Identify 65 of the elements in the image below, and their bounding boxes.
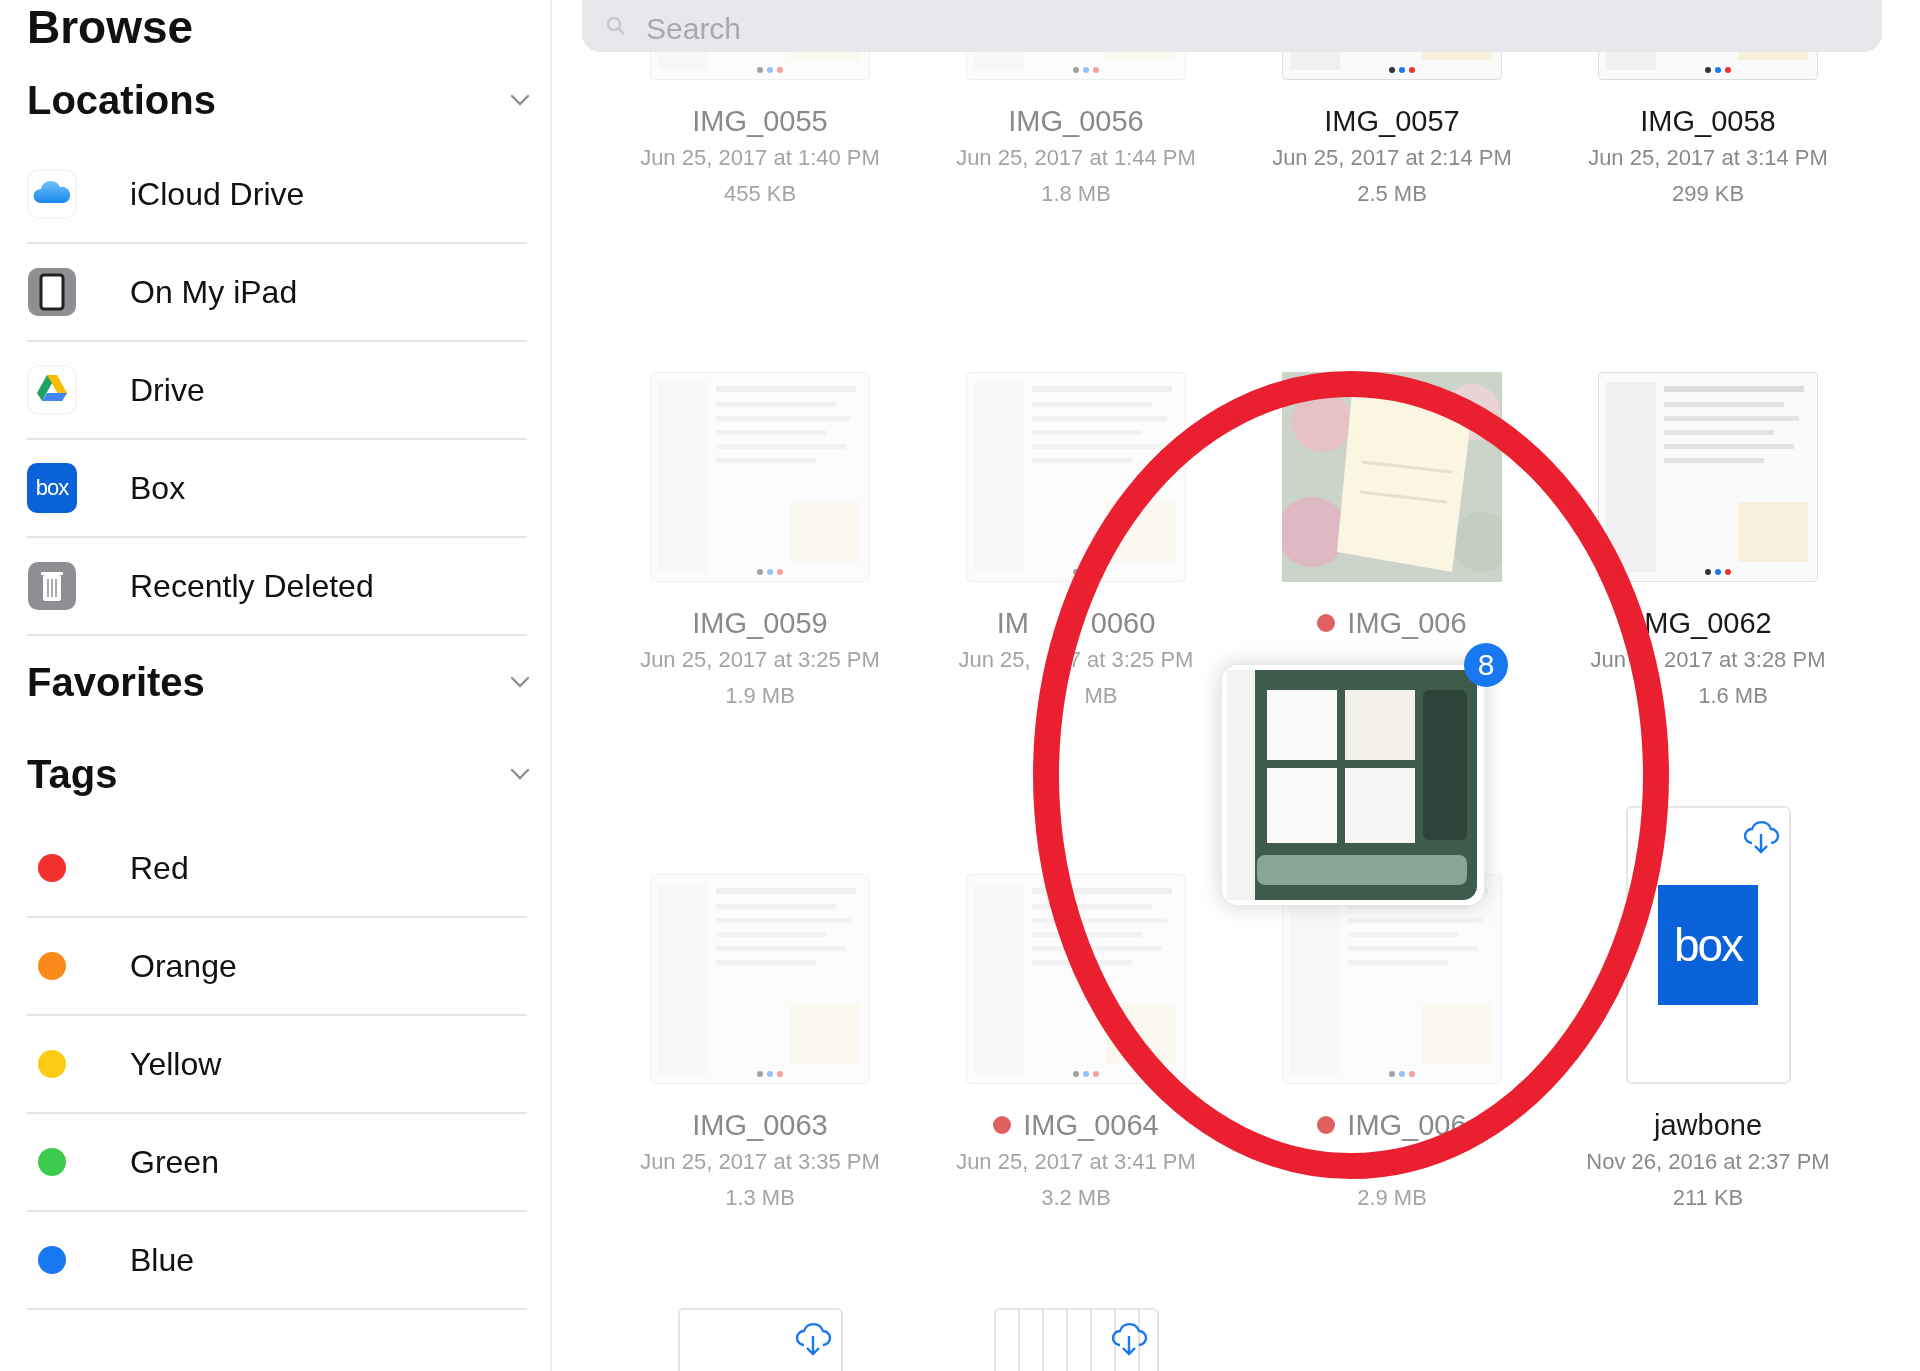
sidebar-item[interactable]: iCloud Drive	[27, 146, 527, 244]
chevron-icon[interactable]	[510, 94, 530, 106]
file-size: 2.9 MB	[1357, 1185, 1427, 1211]
count-badge: 8	[1464, 643, 1508, 687]
file-name: IMG_0063	[692, 1108, 828, 1142]
file-name: MG_0062	[1644, 606, 1772, 640]
file-thumbnail[interactable]	[966, 372, 1186, 582]
file-date: Nov 26, 2016 at 2:37 PM	[1586, 1149, 1830, 1175]
file-thumbnail[interactable]	[1598, 372, 1818, 582]
sidebar-title: Browse	[27, 0, 195, 54]
file-date: Jun 25, 2017 at 1:44 PM	[956, 145, 1196, 171]
file-date: Jun 25,	[958, 647, 1031, 673]
file-size: 455 KB	[723, 181, 797, 207]
file-name: 0060	[1090, 606, 1156, 640]
sidebar-item[interactable]: On My iPad	[27, 244, 527, 342]
file-date: Jun 25, 2017 at 3:35 PM	[640, 1149, 880, 1175]
section-header: Locations	[27, 77, 216, 123]
chevron-icon[interactable]	[510, 676, 530, 688]
file-name: IMG_0058	[1640, 104, 1776, 138]
file-thumbnail[interactable]	[650, 874, 870, 1084]
file-size: 1.3 MB	[725, 1185, 795, 1211]
tablet-icon	[27, 267, 77, 317]
search-icon	[606, 16, 626, 36]
file-size: 299 KB	[1671, 181, 1745, 207]
file-thumbnail[interactable]	[966, 874, 1186, 1084]
file-name: IMG_0055	[692, 104, 828, 138]
search-field[interactable]: Search	[582, 0, 1882, 52]
document-thumbnail[interactable]: box	[1625, 806, 1791, 1084]
chevron-icon[interactable]	[510, 768, 530, 780]
sidebar-item[interactable]: Orange	[27, 918, 527, 1016]
file-name: IMG_0064	[1023, 1108, 1159, 1142]
file-size: 3.2 MB	[1041, 1185, 1111, 1211]
file-name: jawbone	[1654, 1108, 1762, 1142]
file-date: Jun 25, 2017 at 2:14 PM	[1272, 145, 1512, 171]
sidebar-item[interactable]: Blue	[27, 1212, 527, 1310]
file-name: IMG_006	[1347, 606, 1467, 640]
file-date: 2017 at 3:28 PM	[1664, 647, 1826, 673]
file-size: 1.6 MB	[1698, 683, 1768, 709]
file-size: 1.9 MB	[725, 683, 795, 709]
sidebar-item[interactable]: Yellow	[27, 1016, 527, 1114]
file-thumbnail[interactable]	[650, 372, 870, 582]
cloud-icon	[27, 169, 77, 219]
box-logo: box	[1658, 885, 1758, 1005]
sidebar-item[interactable]: Drive	[27, 342, 527, 440]
trash-icon	[27, 561, 77, 611]
sidebar-item[interactable]: box Box	[27, 440, 527, 538]
file-size: 211 KB	[1672, 1185, 1744, 1211]
file-size: 2.5 MB	[1357, 181, 1427, 207]
file-name: IMG_0056	[1008, 104, 1144, 138]
sidebar-item[interactable]: Recently Deleted	[27, 538, 527, 636]
file-name: IMG_0057	[1324, 104, 1460, 138]
file-date: Jun 25, 2017 at 3:14 PM	[1588, 145, 1828, 171]
file-name: IMG_0059	[692, 606, 828, 640]
box-logo-icon: box	[27, 463, 77, 513]
section-header: Tags	[27, 751, 118, 797]
file-size: MB	[1084, 683, 1118, 709]
file-size: 1.8 MB	[1041, 181, 1111, 207]
file-name: IM	[996, 606, 1029, 640]
sidebar-item[interactable]: Green	[27, 1114, 527, 1212]
file-date: Jun	[1590, 647, 1626, 673]
file-date: Jun 25, 2017 at 3:41 PM	[956, 1149, 1196, 1175]
file-date: Jun 25, 2017 at 3:25 PM	[640, 647, 880, 673]
section-header: Favorites	[27, 659, 205, 705]
sidebar-item[interactable]: Red	[27, 820, 527, 918]
file-date: Jun 25, 2017 at 1:40 PM	[640, 145, 880, 171]
